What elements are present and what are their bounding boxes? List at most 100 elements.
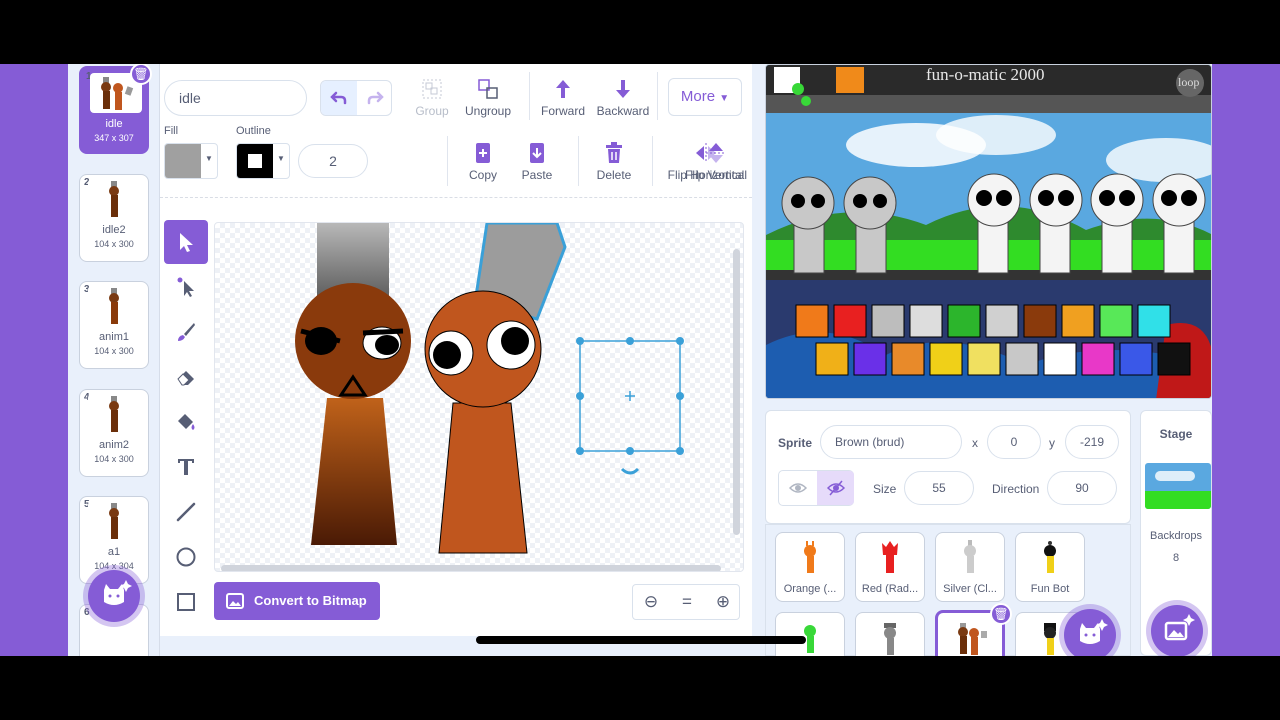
paste-label: Paste xyxy=(521,168,553,182)
costume-item-3[interactable]: 3 anim1 104 x 300 xyxy=(79,281,149,369)
delete-button[interactable]: Delete xyxy=(590,140,638,182)
costume-thumbnail xyxy=(88,179,140,219)
undo-icon[interactable] xyxy=(321,81,357,115)
y-label: y xyxy=(1049,436,1055,450)
copy-button[interactable]: Copy xyxy=(460,140,506,182)
rectangle-tool[interactable] xyxy=(164,580,208,624)
sprite-tile-green[interactable] xyxy=(775,612,845,656)
zoom-out-icon[interactable]: ⊖ xyxy=(633,585,669,619)
flip-vertical-button[interactable]: Flip Vertical xyxy=(680,140,752,182)
sprite-thumbnail xyxy=(882,541,898,573)
brush-tool[interactable] xyxy=(164,310,208,354)
eraser-icon xyxy=(177,371,194,386)
cat-icon xyxy=(104,580,132,605)
costume-size: 347 x 307 xyxy=(94,133,134,143)
sprite-name-input[interactable]: Brown (brud) xyxy=(820,425,962,459)
eraser-tool[interactable] xyxy=(164,355,208,399)
sprite-tile-silver[interactable]: Silver (Cl... xyxy=(935,532,1005,602)
fill-tool[interactable] xyxy=(164,400,208,444)
fill-color-picker[interactable]: ▼ xyxy=(164,143,218,179)
sprite-list: Orange (... Red (Rad... Silver (Cl... Fu… xyxy=(765,524,1131,656)
copy-icon xyxy=(476,143,490,163)
choose-backdrop-button[interactable] xyxy=(1151,605,1203,656)
delete-label: Delete xyxy=(596,168,632,182)
sprite-thumbnail xyxy=(804,541,816,573)
paint-bucket-icon xyxy=(178,414,195,430)
pointer-icon xyxy=(180,233,193,252)
ungroup-label: Ungroup xyxy=(464,104,512,118)
zoom-in-icon[interactable]: ⊕ xyxy=(705,585,741,619)
group-button[interactable]: Group xyxy=(410,76,454,118)
sprite-thumbnail xyxy=(1044,623,1056,655)
forward-label: Forward xyxy=(540,104,585,118)
line-tool[interactable] xyxy=(164,490,208,534)
x-input[interactable]: 0 xyxy=(987,425,1041,459)
sprite-thumbnail xyxy=(958,623,987,655)
delete-sprite-icon[interactable]: 🗑 xyxy=(990,603,1012,625)
line-icon xyxy=(176,502,196,522)
show-eye-icon[interactable] xyxy=(779,471,817,505)
ungroup-button[interactable]: Ungroup xyxy=(460,76,516,118)
ungroup-icon xyxy=(478,79,498,99)
text-tool[interactable] xyxy=(164,445,208,489)
costume-size: 104 x 300 xyxy=(94,454,134,464)
circle-icon xyxy=(176,547,196,567)
sprite-tile-red[interactable]: Red (Rad... xyxy=(855,532,925,602)
sprite-label: Sprite xyxy=(778,436,813,450)
costume-name: anim2 xyxy=(99,439,129,451)
stroke-width-input[interactable]: 2 xyxy=(298,144,368,178)
choose-costume-button[interactable] xyxy=(88,570,140,622)
costume-name-input[interactable]: idle xyxy=(164,80,307,116)
costume-size: 104 x 300 xyxy=(94,346,134,356)
stage-label: Stage xyxy=(1159,427,1193,441)
toolbar-divider xyxy=(160,197,752,198)
visibility-toggle xyxy=(778,470,854,506)
flip-vertical-icon xyxy=(706,143,726,163)
brush-icon xyxy=(178,323,195,341)
cat-icon xyxy=(1080,619,1108,644)
choose-sprite-button[interactable] xyxy=(1064,609,1116,656)
text-icon xyxy=(178,459,194,475)
costume-name: a1 xyxy=(107,546,121,558)
outline-label: Outline xyxy=(236,125,271,137)
reshape-tool[interactable] xyxy=(164,265,208,309)
size-input[interactable]: 55 xyxy=(904,471,974,505)
sprite-name: Silver (Cl... xyxy=(943,583,997,595)
stage-scene xyxy=(766,65,1211,398)
stage-canvas[interactable]: fun-o-matic 2000 loop xyxy=(765,64,1212,399)
delete-costume-icon[interactable]: 🗑 xyxy=(130,64,152,85)
convert-to-bitmap-button[interactable]: Convert to Bitmap xyxy=(214,582,380,620)
select-tool[interactable] xyxy=(164,220,208,264)
circle-tool[interactable] xyxy=(164,535,208,579)
sprite-tile-gray-hat[interactable] xyxy=(855,612,925,656)
costume-artwork xyxy=(221,223,740,571)
y-input[interactable]: -219 xyxy=(1065,425,1119,459)
costume-name: idle xyxy=(105,118,123,130)
hide-eye-icon[interactable] xyxy=(817,471,854,505)
sprite-tile-fun-bot[interactable]: Fun Bot xyxy=(1015,532,1085,602)
costume-item-2[interactable]: 2 idle2 104 x 300 xyxy=(79,174,149,262)
costume-item-1[interactable]: 1 idle 347 x 307 🗑 xyxy=(79,64,152,154)
forward-button[interactable]: Forward xyxy=(536,76,590,118)
backward-button[interactable]: Backward xyxy=(592,76,654,118)
more-button[interactable]: More ▼ xyxy=(668,78,742,116)
outline-color-picker[interactable]: ▼ xyxy=(236,143,290,179)
caret-down-icon: ▼ xyxy=(719,93,730,104)
stage-target-pane[interactable]: Stage Backdrops 8 xyxy=(1140,410,1212,656)
divider xyxy=(447,136,448,186)
sprite-tile-brown[interactable]: 🗑 xyxy=(935,603,1012,656)
loop-button[interactable]: loop xyxy=(1178,75,1199,90)
sprite-thumbnail xyxy=(1044,541,1056,573)
redo-icon[interactable] xyxy=(357,81,393,115)
divider xyxy=(657,72,658,120)
paint-canvas[interactable] xyxy=(214,222,744,572)
sprite-info-panel: Sprite Brown (brud) x 0 y -219 Size 55 D… xyxy=(765,410,1131,524)
paste-button[interactable]: Paste xyxy=(514,140,560,182)
sprite-tile-orange[interactable]: Orange (... xyxy=(775,532,845,602)
costume-item-4[interactable]: 4 anim2 104 x 300 xyxy=(79,389,149,477)
direction-input[interactable]: 90 xyxy=(1047,471,1117,505)
outline-swatch xyxy=(237,144,273,178)
sprite-name: Fun Bot xyxy=(1030,583,1070,595)
zoom-reset-button[interactable]: = xyxy=(669,585,705,619)
sprite-name: Red (Rad... xyxy=(861,583,919,595)
